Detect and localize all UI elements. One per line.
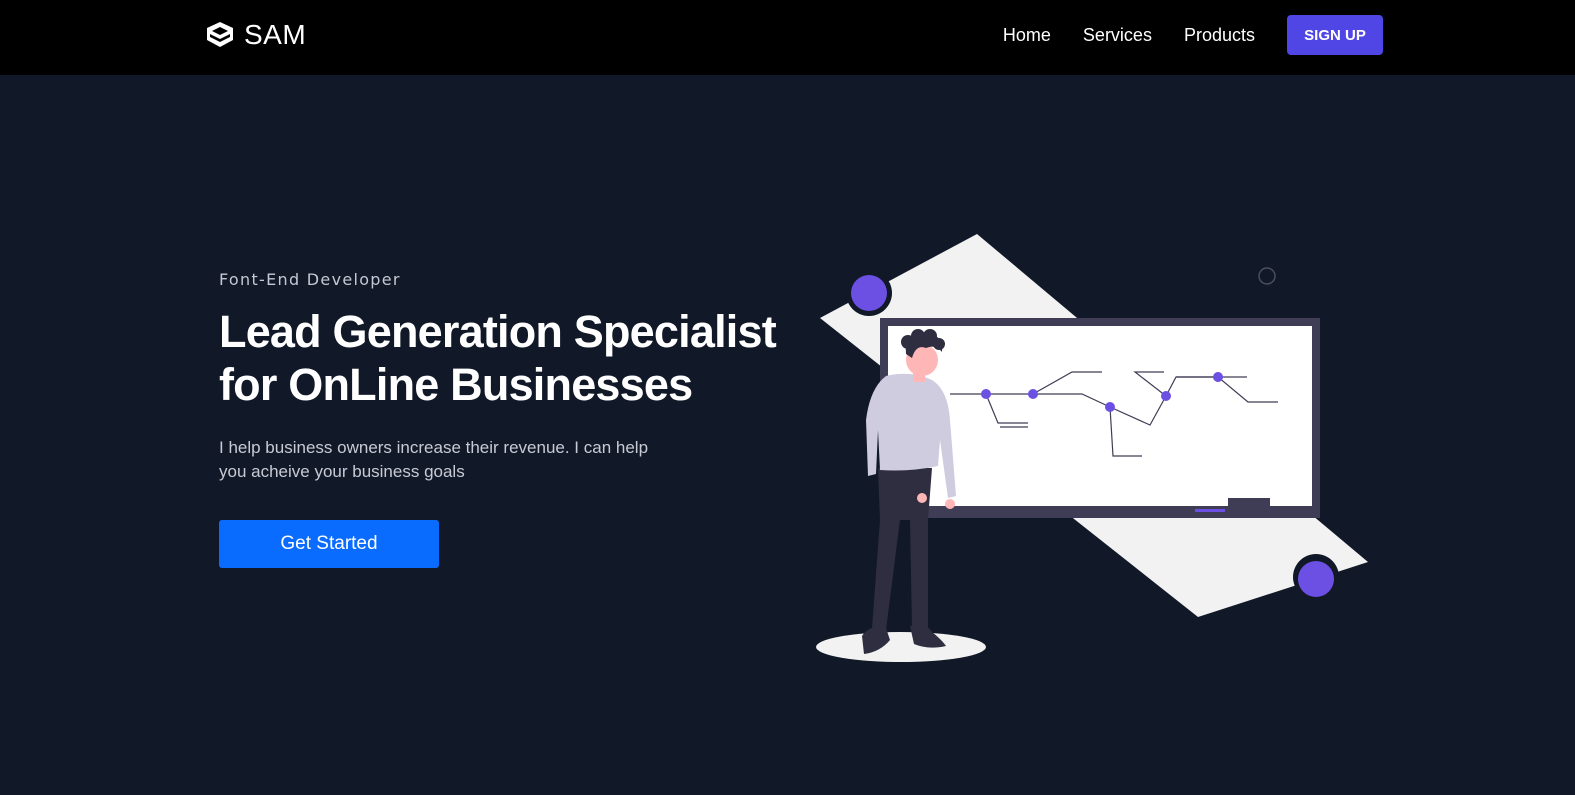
nav-link-home[interactable]: Home [1003, 25, 1051, 46]
get-started-button[interactable]: Get Started [219, 520, 439, 568]
whiteboard-marker [1195, 509, 1225, 512]
nav-links: Home Services Products SIGN UP [1003, 15, 1383, 55]
accent-circle-top-inner [851, 275, 887, 311]
outline-circle [1258, 267, 1276, 285]
floor-shadow [816, 632, 986, 662]
person-presenting-whiteboard-illustration [816, 234, 1368, 662]
signup-button[interactable]: SIGN UP [1287, 15, 1383, 55]
hero-subtext: I help business owners increase their re… [219, 438, 649, 481]
accent-circle-bottom-inner [1298, 561, 1334, 597]
hero-section: Font-End Developer Lead Generation Speci… [219, 270, 779, 568]
brand-name: SAM [244, 19, 307, 50]
nav-link-services[interactable]: Services [1083, 25, 1152, 46]
cube-logo-icon [207, 22, 233, 47]
headline-line-1: Lead Generation Specialist [219, 306, 777, 357]
brand-logo[interactable]: SAM [205, 18, 306, 52]
headline-line-2: for OnLine Businesses [219, 359, 693, 410]
navbar: SAM Home Services Products SIGN UP [0, 0, 1575, 75]
nav-link-products[interactable]: Products [1184, 25, 1255, 46]
hero-eyebrow: Font-End Developer [219, 270, 401, 289]
hero-headline: Lead Generation Specialist for OnLine Bu… [219, 305, 779, 411]
whiteboard-tray [1228, 498, 1270, 508]
